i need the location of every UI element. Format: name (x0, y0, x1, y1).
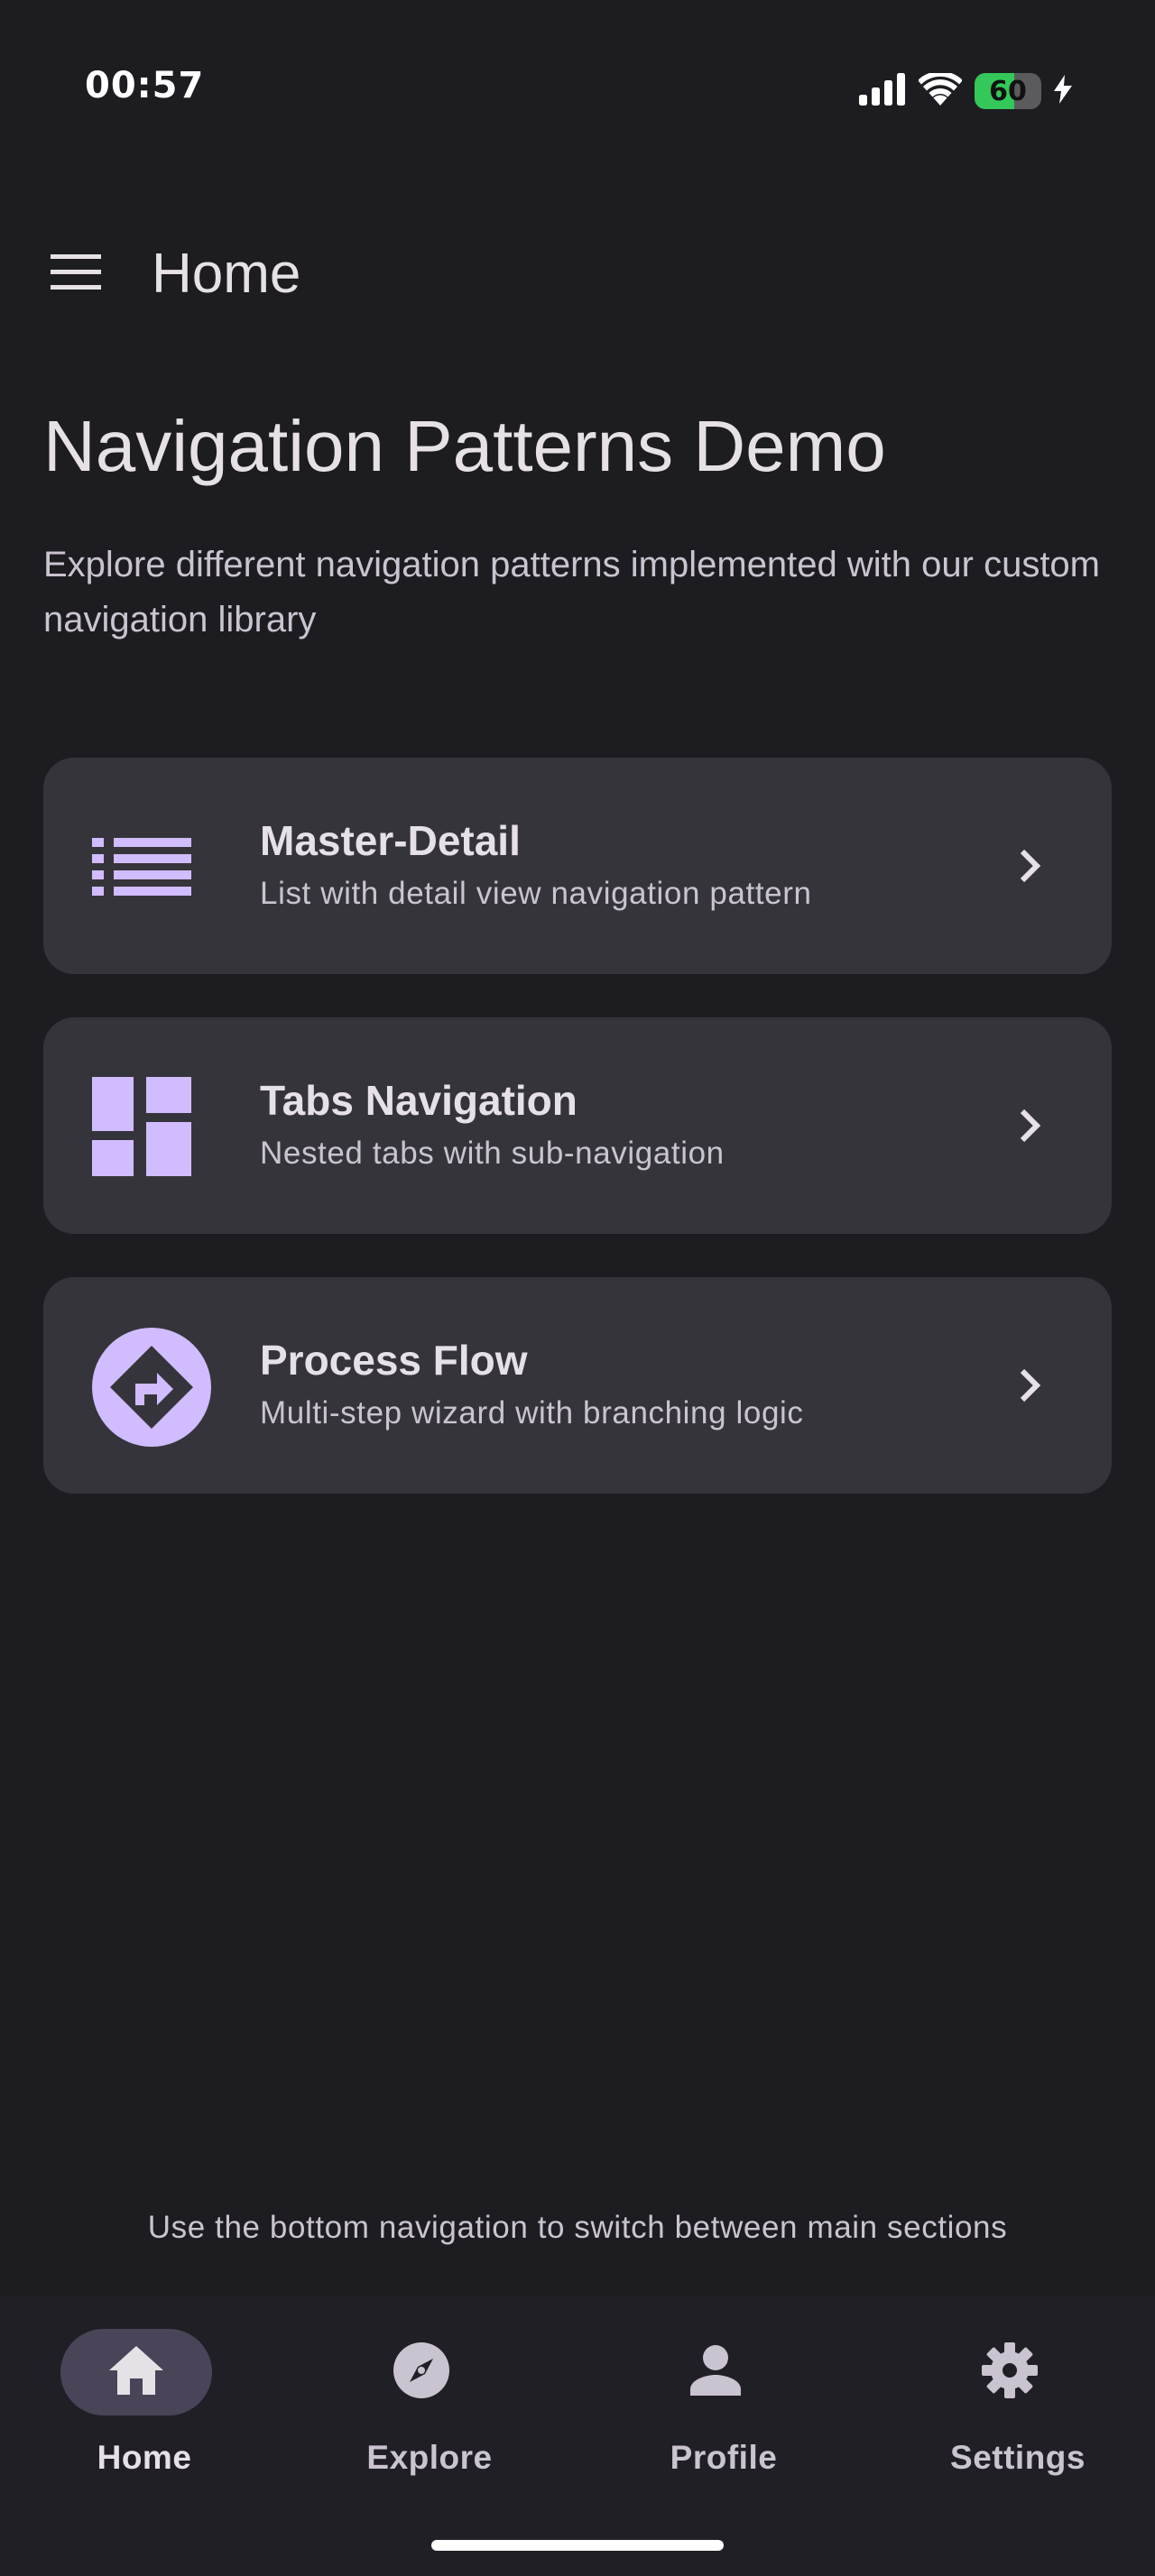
signal-icon (859, 72, 906, 110)
menu-button[interactable] (36, 235, 116, 314)
bottom-nav-hint: Use the bottom navigation to switch betw… (147, 2210, 1008, 2245)
nav-item-home[interactable]: Home (0, 2296, 289, 2522)
compass-icon (393, 2341, 449, 2403)
page-title: Navigation Patterns Demo (43, 406, 886, 486)
home-icon (109, 2345, 163, 2399)
status-icons: 60 (859, 69, 1072, 114)
list-icon (92, 817, 191, 916)
nav-label-explore: Explore (366, 2439, 493, 2476)
hamburger-menu-icon (51, 253, 101, 295)
chevron-right-icon (1003, 1358, 1058, 1412)
card-process-flow[interactable]: Process Flow Multi-step wizard with bran… (43, 1277, 1112, 1494)
page-subtitle: Explore different navigation patterns im… (43, 545, 1100, 639)
battery-level: 60 (989, 75, 1027, 107)
nav-item-explore[interactable]: Explore (285, 2296, 574, 2522)
nav-icon-wrapper (346, 2329, 497, 2415)
nav-label-settings: Settings (950, 2439, 1086, 2476)
gear-icon (982, 2341, 1038, 2403)
card-master-detail[interactable]: Master-Detail List with detail view navi… (43, 758, 1112, 974)
nav-icon-wrapper (934, 2329, 1086, 2415)
wifi-icon (918, 70, 963, 110)
home-indicator[interactable] (431, 2540, 724, 2551)
bottom-navigation: Home Explore Profile Settings (0, 2296, 1155, 2576)
nav-label-profile: Profile (670, 2439, 778, 2476)
card-description: List with detail view navigation pattern (260, 876, 812, 911)
card-title: Master-Detail (260, 817, 521, 864)
nav-icon-wrapper (640, 2329, 791, 2415)
app-bar-title: Home (152, 243, 301, 305)
nav-label-home: Home (97, 2439, 192, 2476)
nav-active-indicator (60, 2329, 212, 2415)
status-time: 00:57 (85, 65, 205, 106)
card-title: Process Flow (260, 1337, 528, 1384)
status-bar: 00:57 60 (0, 0, 1155, 180)
charging-bolt-icon (1054, 74, 1072, 108)
directions-icon (92, 1328, 211, 1447)
chevron-right-icon (1003, 839, 1058, 893)
chevron-right-icon (1003, 1099, 1058, 1153)
card-title: Tabs Navigation (260, 1077, 578, 1124)
dashboard-icon (92, 1077, 191, 1176)
card-description: Multi-step wizard with branching logic (260, 1395, 804, 1431)
card-tabs-navigation[interactable]: Tabs Navigation Nested tabs with sub-nav… (43, 1017, 1112, 1234)
battery-icon: 60 (975, 73, 1041, 109)
app-bar: Home (0, 207, 1155, 334)
nav-item-settings[interactable]: Settings (873, 2296, 1155, 2522)
person-icon (690, 2344, 741, 2400)
nav-item-profile[interactable]: Profile (579, 2296, 868, 2522)
card-description: Nested tabs with sub-navigation (260, 1136, 725, 1171)
